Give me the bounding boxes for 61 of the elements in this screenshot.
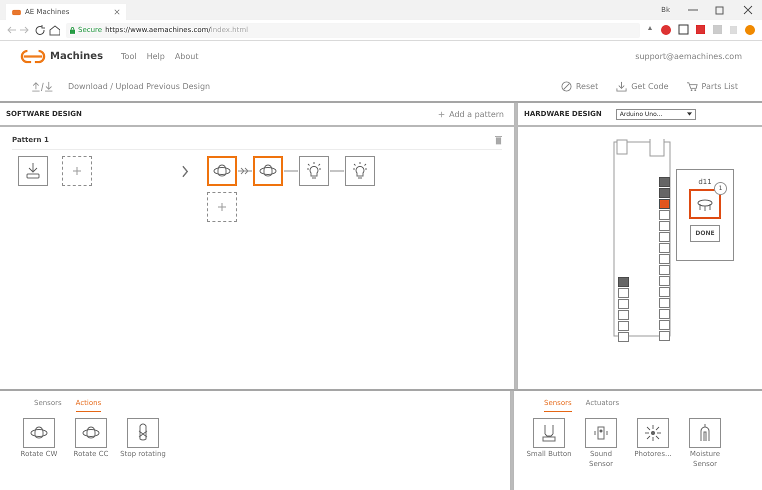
add-pattern-link[interactable]: Add a pattern [438,110,504,118]
button-block[interactable] [533,418,565,448]
file-actions-label[interactable]: Download / Upload Previous Design [68,82,210,90]
menu-link[interactable]: Tool [121,52,137,60]
trash-icon[interactable] [495,135,502,145]
download-icon [616,80,628,92]
pin[interactable] [618,321,629,331]
stop-block[interactable] [127,418,159,448]
logo-icon [12,8,21,16]
reset-icon [560,80,572,92]
menu-link[interactable]: Help [146,52,165,60]
chevron-icon [182,165,189,178]
plus-icon [72,166,82,176]
pin[interactable] [618,299,629,309]
pin[interactable] [659,287,670,297]
close-icon[interactable] [114,9,120,15]
menu-link[interactable]: About [174,52,198,60]
reset-button[interactable]: Reset [560,80,598,92]
add-slot[interactable] [62,156,92,186]
pin[interactable] [659,199,670,209]
pin[interactable] [659,265,670,275]
pin[interactable] [659,298,670,308]
pin[interactable] [659,320,670,330]
rotate-block[interactable] [207,156,237,186]
add-slot[interactable] [207,192,237,222]
light-block[interactable] [299,156,329,186]
pin[interactable] [618,310,629,320]
moisture-block[interactable] [689,418,721,448]
code-button[interactable]: Get Code [616,80,668,92]
arrow-connector [237,167,253,175]
pin[interactable] [659,232,670,242]
pin[interactable] [618,288,629,298]
rotate-block[interactable] [253,156,283,186]
email-link[interactable]: support@aemachines.com [635,52,742,60]
pin[interactable] [659,221,670,231]
brand-name: Machines [50,50,104,62]
light-sensor-icon [643,423,663,443]
cart-button[interactable]: Parts List [686,80,738,92]
pin[interactable] [659,243,670,253]
light-bulb-icon [350,161,370,181]
logo-icon[interactable] [20,48,46,64]
light-bulb-icon [304,161,324,181]
plus-icon [438,110,446,118]
lock-icon [70,26,75,34]
light-block[interactable] [345,156,375,186]
sound-block[interactable] [585,418,617,448]
pin[interactable] [659,254,670,264]
trigger-block[interactable] [18,156,48,186]
photo-block[interactable] [637,418,669,448]
pin[interactable] [618,332,629,342]
cart-icon [686,80,698,92]
pin[interactable] [659,210,670,220]
plus-icon [217,202,227,212]
navigation-icon[interactable] [6,24,60,36]
extension-icons[interactable] [646,24,756,36]
caret-icon [686,112,692,116]
pin[interactable] [659,331,670,341]
rotate-block[interactable] [75,418,107,448]
pin[interactable] [659,276,670,286]
pin[interactable] [659,309,670,319]
rotate-block[interactable] [23,418,55,448]
